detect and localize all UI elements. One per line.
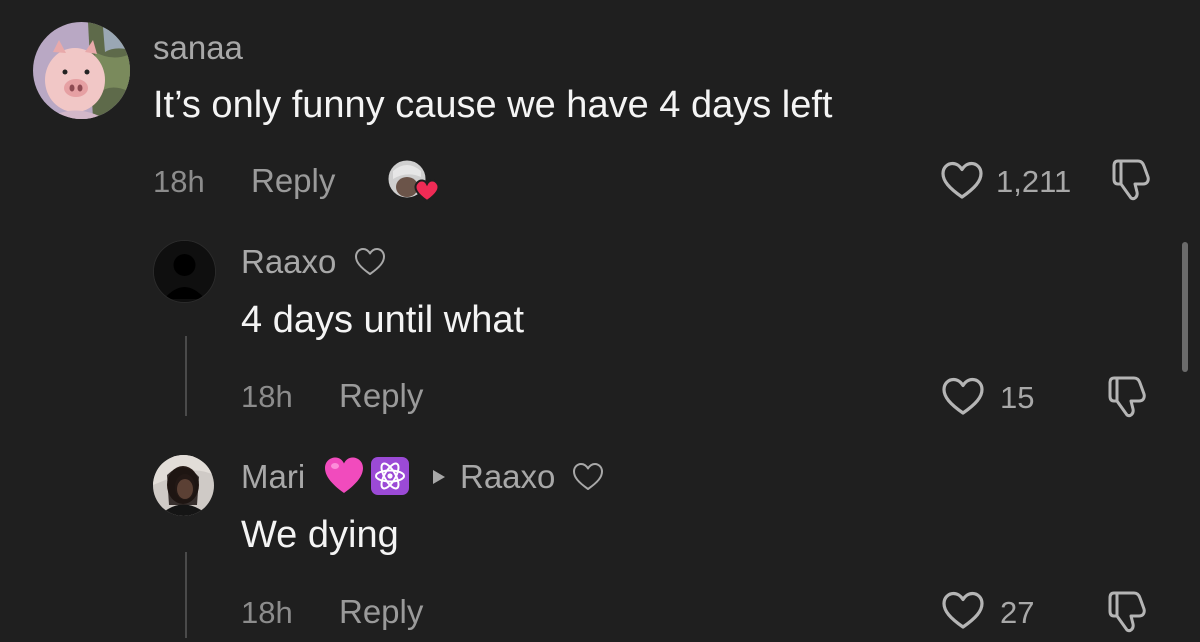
thumbs-down-icon[interactable] <box>1110 157 1160 203</box>
small-heart-outline-icon <box>354 247 386 277</box>
heart-outline-icon[interactable] <box>942 377 984 417</box>
thread-line <box>185 552 187 638</box>
reply-button[interactable]: Reply <box>339 379 423 412</box>
comment-text: We dying <box>241 514 399 556</box>
default-user-avatar-image <box>154 241 215 302</box>
reply-button[interactable]: Reply <box>251 164 335 197</box>
reply-button[interactable]: Reply <box>339 595 423 628</box>
comment-username[interactable]: Mari <box>241 460 305 493</box>
pink-heart-emoji <box>324 456 364 496</box>
small-heart-outline-icon <box>572 462 604 492</box>
thread-line <box>185 336 187 416</box>
scrollbar-thumb[interactable] <box>1182 242 1188 372</box>
avatar[interactable] <box>33 22 130 119</box>
like-count: 1,211 <box>996 164 1072 199</box>
comment-text: It’s only funny cause we have 4 days lef… <box>153 84 833 126</box>
comment-username[interactable]: sanaa <box>153 31 243 64</box>
heart-outline-icon[interactable] <box>941 161 983 201</box>
comment-time: 18h <box>153 164 205 199</box>
creator-heart-avatar-icon <box>387 157 439 205</box>
heart-outline-icon[interactable] <box>942 591 984 631</box>
thumbs-down-icon[interactable] <box>1106 374 1156 420</box>
avatar[interactable] <box>153 455 214 516</box>
comment-username[interactable]: Raaxo <box>241 245 336 278</box>
comment-time: 18h <box>241 379 293 414</box>
thumbs-down-icon[interactable] <box>1106 589 1156 635</box>
play-triangle-icon <box>432 469 446 485</box>
like-count: 15 <box>1000 380 1035 415</box>
like-count: 27 <box>1000 595 1035 630</box>
atom-symbol-emoji <box>370 456 410 496</box>
avatar[interactable] <box>153 240 216 303</box>
user-photo-avatar-image <box>153 455 214 516</box>
pig-avatar-image <box>33 22 130 119</box>
reply-to-username[interactable]: Raaxo <box>460 460 555 493</box>
comment-text: 4 days until what <box>241 299 525 341</box>
comment-time: 18h <box>241 595 293 630</box>
